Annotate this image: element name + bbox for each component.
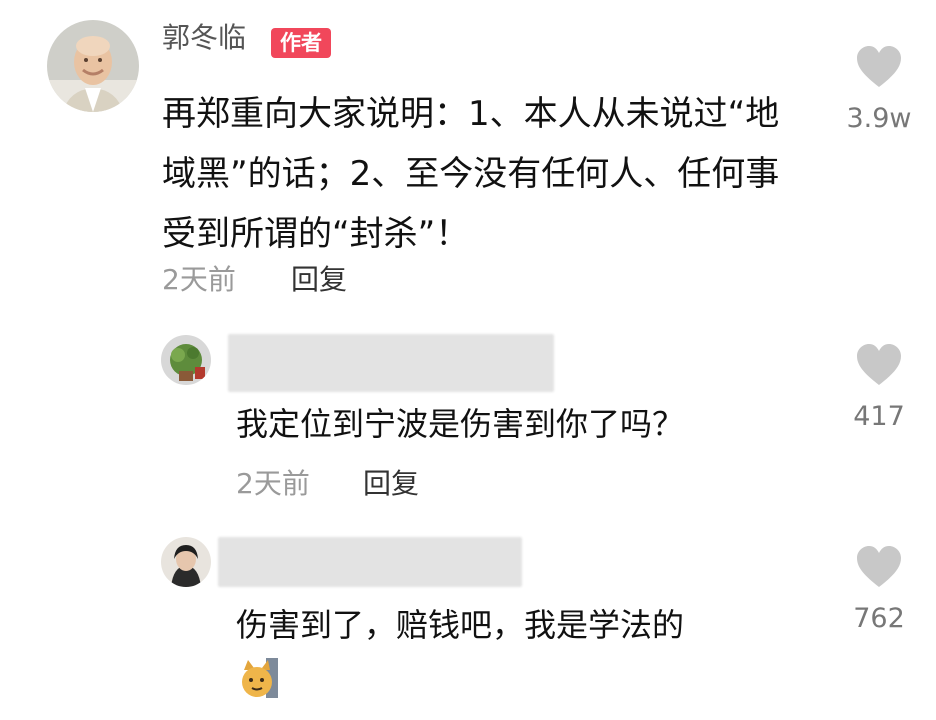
- like-count: 3.9w: [846, 103, 912, 134]
- author-name[interactable]: 郭冬临: [162, 24, 246, 52]
- heart-icon: [857, 344, 901, 385]
- comment-time: 2天前: [162, 263, 236, 296]
- reply-avatar[interactable]: [161, 537, 211, 587]
- comment-text: 再郑重向大家说明：1、本人从未说过“地域黑”的话；2、至今没有任何人、任何事受到…: [162, 94, 780, 254]
- author-badge: 作者: [271, 28, 331, 58]
- reply-time: 2天前: [236, 467, 310, 500]
- heart-icon: [857, 46, 901, 87]
- like-count: 417: [853, 401, 905, 432]
- like-button[interactable]: 417: [834, 343, 924, 430]
- heart-icon: [857, 546, 901, 587]
- like-button[interactable]: 3.9w: [834, 45, 924, 132]
- redacted-username: [228, 334, 554, 392]
- reply-button[interactable]: 回复: [363, 470, 419, 498]
- like-button[interactable]: 762: [834, 545, 924, 632]
- like-count: 762: [853, 603, 905, 634]
- reply-text: 伤害到了，赔钱吧，我是学法的: [236, 606, 685, 644]
- cat-sticker-icon: [240, 656, 280, 700]
- reply-avatar[interactable]: [161, 335, 211, 385]
- redacted-username: [218, 537, 522, 587]
- reply-text: 我定位到宁波是伤害到你了吗？: [236, 405, 685, 443]
- reply-button[interactable]: 回复: [291, 266, 347, 294]
- author-avatar[interactable]: [47, 20, 139, 112]
